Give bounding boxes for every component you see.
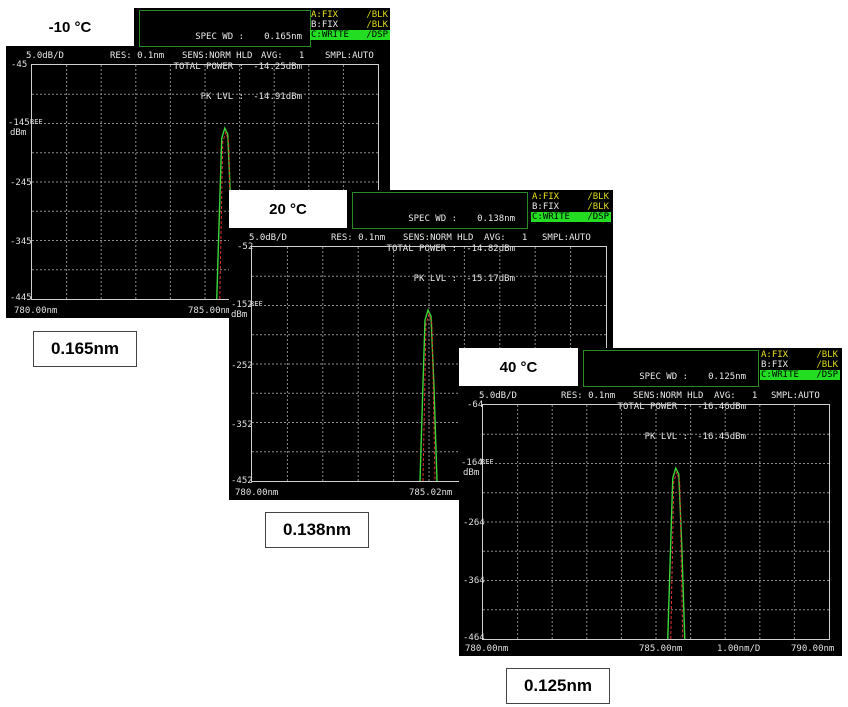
ref-marker: REF — [481, 458, 494, 466]
spec-wd-value: 0.165nm — [264, 32, 302, 42]
y-tick-4: -345 — [10, 237, 32, 247]
x-start-label: 780.00nm — [14, 306, 58, 316]
osa-screen-40: 40 °C SPEC WD :0.125nm TOTAL POWER : -16.… — [459, 348, 842, 656]
y-unit: dBm — [231, 310, 248, 320]
trace-c[interactable]: C:WRITE/DSP — [531, 212, 611, 222]
trace-b-label: B:FIX — [532, 202, 560, 212]
x-center-label: 785.00nm — [639, 644, 683, 654]
trace-list: A:FIX/BLK B:FIX/BLK C:WRITE/DSP — [760, 350, 840, 380]
resolution-readout: RES: 0.1nm — [561, 391, 616, 401]
x-start-label: 780.00nm — [465, 644, 509, 654]
trace-c-mode: /DSP — [366, 30, 388, 40]
temperature-label: 20 °C — [229, 190, 347, 228]
trace-c-mode: /DSP — [816, 370, 838, 380]
y-tick-bottom: -464 — [463, 633, 485, 643]
trace-a-mode: /BLK — [366, 10, 388, 20]
trace-a-label: A:FIX — [311, 10, 339, 20]
trace-b[interactable]: B:FIX/BLK — [760, 360, 840, 370]
sensitivity-readout: SENS:NORM HLD — [182, 51, 253, 61]
temperature-label: -10 °C — [6, 8, 134, 46]
ref-marker: REF — [30, 118, 43, 126]
trace-b-mode: /BLK — [366, 20, 388, 30]
x-span-label: 1.00nm/D — [717, 644, 761, 654]
measurement-panel: SPEC WD :0.138nm TOTAL POWER : -14.82dBm … — [352, 192, 528, 284]
trace-b-mode: /BLK — [816, 360, 838, 370]
trace-list: A:FIX/BLK B:FIX/BLK C:WRITE/DSP — [531, 192, 611, 222]
trace-c-label: C:WRITE — [532, 212, 570, 222]
sampling-readout: SMPL:AUTO — [771, 391, 820, 401]
trace-a[interactable]: A:FIX/BLK — [310, 10, 390, 20]
y-unit: dBm — [463, 468, 480, 478]
sensitivity-readout: SENS:NORM HLD — [403, 233, 474, 243]
spec-wd-label: SPEC WD : — [639, 372, 688, 382]
y-tick-ref: -164 — [461, 458, 483, 468]
sampling-readout: SMPL:AUTO — [325, 51, 374, 61]
trace-b-label: B:FIX — [761, 360, 789, 370]
sensitivity-readout: SENS:NORM HLD — [633, 391, 704, 401]
spec-wd-value: 0.138nm — [477, 214, 515, 224]
y-tick-4: -364 — [463, 576, 485, 586]
spectrum-plot — [482, 404, 830, 640]
y-tick-3: -264 — [463, 518, 485, 528]
average-readout: AVG: 1 — [484, 233, 528, 243]
trace-c[interactable]: C:WRITE/DSP — [310, 30, 390, 40]
y-tick-4: -352 — [231, 420, 253, 430]
x-start-label: 780.00nm — [235, 488, 279, 498]
y-tick-3: -245 — [10, 178, 32, 188]
trace-c[interactable]: C:WRITE/DSP — [760, 370, 840, 380]
y-tick-3: -252 — [231, 361, 253, 371]
x-center-label: 785.00nm — [188, 306, 232, 316]
y-tick-top: -45 — [11, 60, 28, 70]
trace-a[interactable]: A:FIX/BLK — [760, 350, 840, 360]
average-readout: AVG: 1 — [714, 391, 758, 401]
trace-c-label: C:WRITE — [761, 370, 799, 380]
spec-wd-label: SPEC WD : — [195, 32, 244, 42]
trace-a[interactable]: A:FIX/BLK — [531, 192, 611, 202]
trace-a-mode: /BLK — [587, 192, 609, 202]
ref-marker: REF — [250, 300, 263, 308]
scale-readout: 5.0dB/D — [26, 51, 64, 61]
sampling-readout: SMPL:AUTO — [542, 233, 591, 243]
trace-b[interactable]: B:FIX/BLK — [310, 20, 390, 30]
trace-list: A:FIX/BLK B:FIX/BLK C:WRITE/DSP — [310, 10, 390, 40]
caption-minus10: 0.165nm — [33, 331, 137, 367]
y-tick-top: -52 — [237, 242, 254, 252]
scale-readout: 5.0dB/D — [249, 233, 287, 243]
y-tick-bottom: -445 — [10, 293, 32, 303]
trace-a-mode: /BLK — [816, 350, 838, 360]
average-readout: AVG: 1 — [261, 51, 305, 61]
measurement-panel: SPEC WD :0.165nm TOTAL POWER : -14.25dBm … — [139, 10, 311, 102]
x-end-label: 790.00nm — [791, 644, 835, 654]
caption-20: 0.138nm — [265, 512, 369, 548]
trace-c-label: C:WRITE — [311, 30, 349, 40]
y-tick-bottom: -452 — [231, 476, 253, 486]
scale-readout: 5.0dB/D — [479, 391, 517, 401]
spectrum-svg — [483, 405, 829, 639]
caption-40: 0.125nm — [506, 668, 610, 704]
trace-a-label: A:FIX — [532, 192, 560, 202]
measurement-panel: SPEC WD :0.125nm TOTAL POWER : -16.46dBm … — [583, 350, 759, 442]
trace-c-mode: /DSP — [587, 212, 609, 222]
spectrum-trace-green — [667, 466, 686, 639]
trace-b-label: B:FIX — [311, 20, 339, 30]
trace-b-mode: /BLK — [587, 202, 609, 212]
trace-b[interactable]: B:FIX/BLK — [531, 202, 611, 212]
resolution-readout: RES: 0.1nm — [331, 233, 386, 243]
y-unit: dBm — [10, 128, 27, 138]
temperature-label: 40 °C — [459, 348, 578, 386]
spec-wd-value: 0.125nm — [708, 372, 746, 382]
resolution-readout: RES: 0.1nm — [110, 51, 165, 61]
y-tick-ref: -145 — [8, 118, 30, 128]
x-center-label: 785.02nm — [409, 488, 453, 498]
y-tick-top: -64 — [467, 400, 484, 410]
spec-wd-label: SPEC WD : — [408, 214, 457, 224]
trace-a-label: A:FIX — [761, 350, 789, 360]
